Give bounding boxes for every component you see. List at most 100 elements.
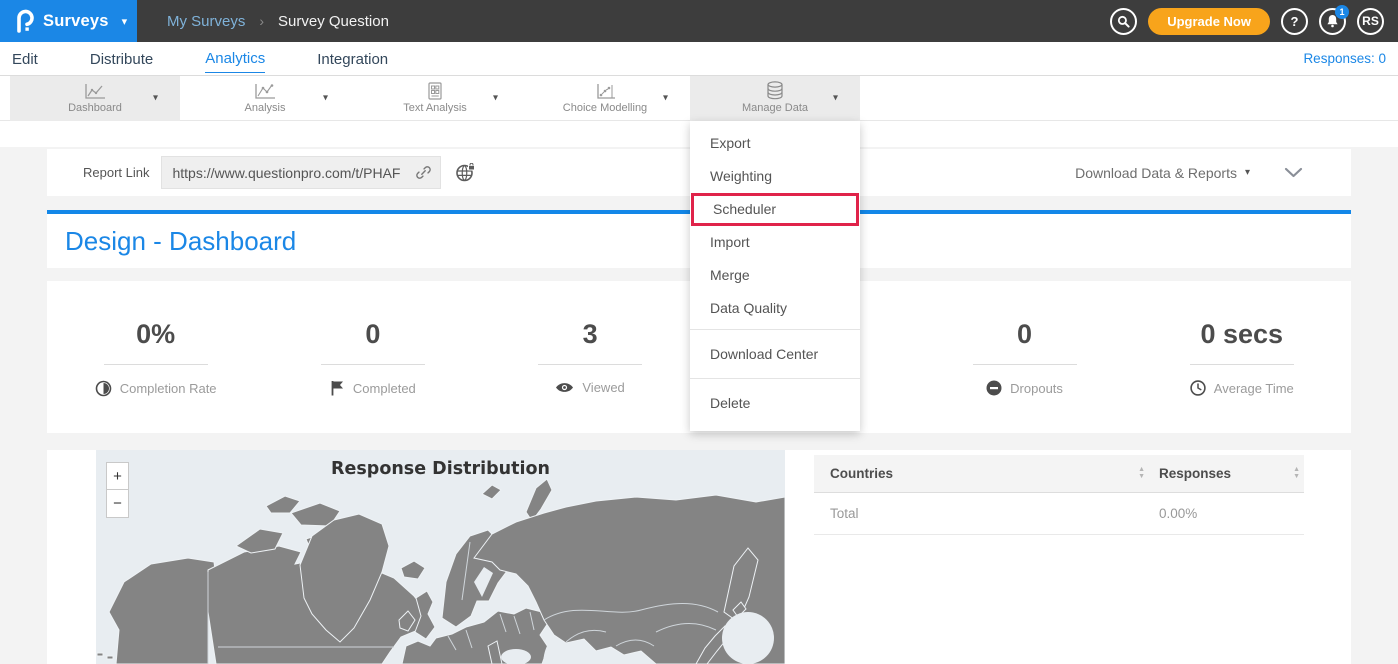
flag-icon xyxy=(330,380,345,396)
topbar-actions: Upgrade Now ? 1 RS xyxy=(1110,8,1398,35)
tab-text-analysis[interactable]: Text Analysis ▾ xyxy=(350,76,520,121)
chevron-down-icon: ▾ xyxy=(153,92,158,103)
stat-value: 0 xyxy=(264,319,481,350)
menu-item-export[interactable]: Export xyxy=(690,127,860,160)
question-mark-icon: ? xyxy=(1291,14,1299,29)
row-responses-value: 0.00% xyxy=(1159,506,1304,521)
download-data-reports-dropdown[interactable]: Download Data & Reports ▾ xyxy=(1075,165,1250,181)
stat-label: Dropouts xyxy=(1010,381,1063,396)
tab-analysis[interactable]: Analysis ▾ xyxy=(180,76,350,121)
tab-manage-data[interactable]: Manage Data ▾ xyxy=(690,76,860,121)
breadcrumb: My Surveys › Survey Question xyxy=(167,13,389,30)
chevron-down-icon: ▾ xyxy=(122,15,128,28)
tab-label: Manage Data xyxy=(742,102,808,114)
stat-value: 0 xyxy=(916,319,1133,350)
choice-chart-icon xyxy=(594,83,616,100)
survey-nav: Edit Distribute Analytics Integration Re… xyxy=(0,42,1398,76)
map-zoom-controls: + − xyxy=(106,462,129,518)
collapse-chevron-icon[interactable] xyxy=(1284,167,1303,178)
map-title: Response Distribution xyxy=(96,459,785,479)
tab-label: Choice Modelling xyxy=(563,102,647,114)
tab-label: Analysis xyxy=(245,102,286,114)
response-distribution-card: Response Distribution + − Countries ▲▼ R… xyxy=(47,450,1351,664)
zoom-in-button[interactable]: + xyxy=(106,462,129,490)
topbar: Surveys ▾ My Surveys › Survey Question U… xyxy=(0,0,1398,42)
stat-label: Viewed xyxy=(582,380,624,395)
questionpro-logo-icon xyxy=(14,9,34,33)
world-map-panel[interactable]: Response Distribution + − xyxy=(96,450,785,664)
minus-circle-icon xyxy=(986,380,1002,396)
stat-label: Completed xyxy=(353,381,416,396)
avatar[interactable]: RS xyxy=(1357,8,1384,35)
search-icon xyxy=(1117,15,1130,28)
stat-value: 0% xyxy=(47,319,264,350)
stat-value: 3 xyxy=(481,319,698,350)
menu-item-weighting[interactable]: Weighting xyxy=(690,160,860,193)
menu-divider xyxy=(690,378,860,379)
download-label: Download Data & Reports xyxy=(1075,165,1237,181)
search-button[interactable] xyxy=(1110,8,1137,35)
eye-icon xyxy=(555,381,574,394)
stat-completion-rate: 0% Completion Rate xyxy=(47,319,264,433)
analytics-toolbar: Dashboard ▾ Analysis ▾ Text Analysis ▾ xyxy=(0,76,1398,121)
menu-item-delete[interactable]: Delete xyxy=(690,383,860,423)
menu-divider xyxy=(690,329,860,330)
stat-viewed: 3 Viewed xyxy=(481,319,698,433)
sort-icon[interactable]: ▲▼ xyxy=(1138,467,1145,480)
menu-item-merge[interactable]: Merge xyxy=(690,259,860,292)
table-row: Total 0.00% xyxy=(814,493,1304,535)
countries-table: Countries ▲▼ Responses ▲▼ Total 0.00% xyxy=(814,455,1304,664)
upgrade-now-button[interactable]: Upgrade Now xyxy=(1148,8,1270,35)
report-link-label: Report Link xyxy=(83,165,149,180)
stat-label: Average Time xyxy=(1214,381,1294,396)
product-switcher[interactable]: Surveys ▾ xyxy=(0,0,137,42)
nav-item-analytics[interactable]: Analytics xyxy=(205,44,265,73)
clock-icon xyxy=(1190,380,1206,396)
product-name: Surveys xyxy=(43,12,109,31)
avatar-initials: RS xyxy=(1362,14,1379,28)
table-header-row: Countries ▲▼ Responses ▲▼ xyxy=(814,455,1304,493)
row-country-total: Total xyxy=(814,506,1159,521)
line-chart-icon xyxy=(84,83,106,100)
nav-item-integration[interactable]: Integration xyxy=(317,45,388,73)
nav-item-distribute[interactable]: Distribute xyxy=(90,45,153,73)
breadcrumb-my-surveys[interactable]: My Surveys xyxy=(167,13,245,30)
sort-icon[interactable]: ▲▼ xyxy=(1293,467,1300,480)
tab-dashboard[interactable]: Dashboard ▾ xyxy=(10,76,180,121)
chevron-down-icon: ▾ xyxy=(663,92,668,103)
stat-label: Completion Rate xyxy=(120,381,217,396)
menu-item-import[interactable]: Import xyxy=(690,226,860,259)
nav-item-edit[interactable]: Edit xyxy=(12,45,38,73)
tab-label: Text Analysis xyxy=(403,102,467,114)
menu-item-data-quality[interactable]: Data Quality xyxy=(690,292,860,325)
breadcrumb-separator: › xyxy=(259,13,264,29)
responses-count: Responses: 0 xyxy=(1303,51,1386,66)
page-title: Design - Dashboard xyxy=(65,226,296,257)
globe-lock-icon[interactable] xyxy=(455,163,476,183)
notifications-button[interactable]: 1 xyxy=(1319,8,1346,35)
zoom-out-button[interactable]: − xyxy=(106,490,129,518)
column-header-responses[interactable]: Responses ▲▼ xyxy=(1159,466,1304,481)
chevron-down-icon: ▾ xyxy=(833,92,838,103)
half-circle-icon xyxy=(95,380,112,397)
report-link-field[interactable] xyxy=(161,156,441,189)
chevron-down-icon: ▾ xyxy=(323,92,328,103)
report-link-input[interactable] xyxy=(172,165,415,181)
scatter-chart-icon xyxy=(254,83,276,100)
link-icon[interactable] xyxy=(415,164,432,181)
report-bar-right: Download Data & Reports ▾ xyxy=(1075,165,1331,181)
stat-completed: 0 Completed xyxy=(264,319,481,433)
manage-data-menu: Export Weighting Scheduler Import Merge … xyxy=(690,121,860,431)
stat-dropouts: 0 Dropouts xyxy=(916,319,1133,433)
menu-item-download-center[interactable]: Download Center xyxy=(690,334,860,374)
menu-item-scheduler[interactable]: Scheduler xyxy=(691,193,859,226)
notification-count-badge: 1 xyxy=(1335,5,1349,19)
column-header-countries[interactable]: Countries ▲▼ xyxy=(814,466,1159,481)
help-button[interactable]: ? xyxy=(1281,8,1308,35)
breadcrumb-current: Survey Question xyxy=(278,13,389,30)
database-icon xyxy=(765,83,785,100)
world-map xyxy=(96,450,785,664)
tab-choice-modelling[interactable]: Choice Modelling ▾ xyxy=(520,76,690,121)
chevron-down-icon: ▾ xyxy=(493,92,498,103)
stat-value: 0 secs xyxy=(1133,319,1350,350)
